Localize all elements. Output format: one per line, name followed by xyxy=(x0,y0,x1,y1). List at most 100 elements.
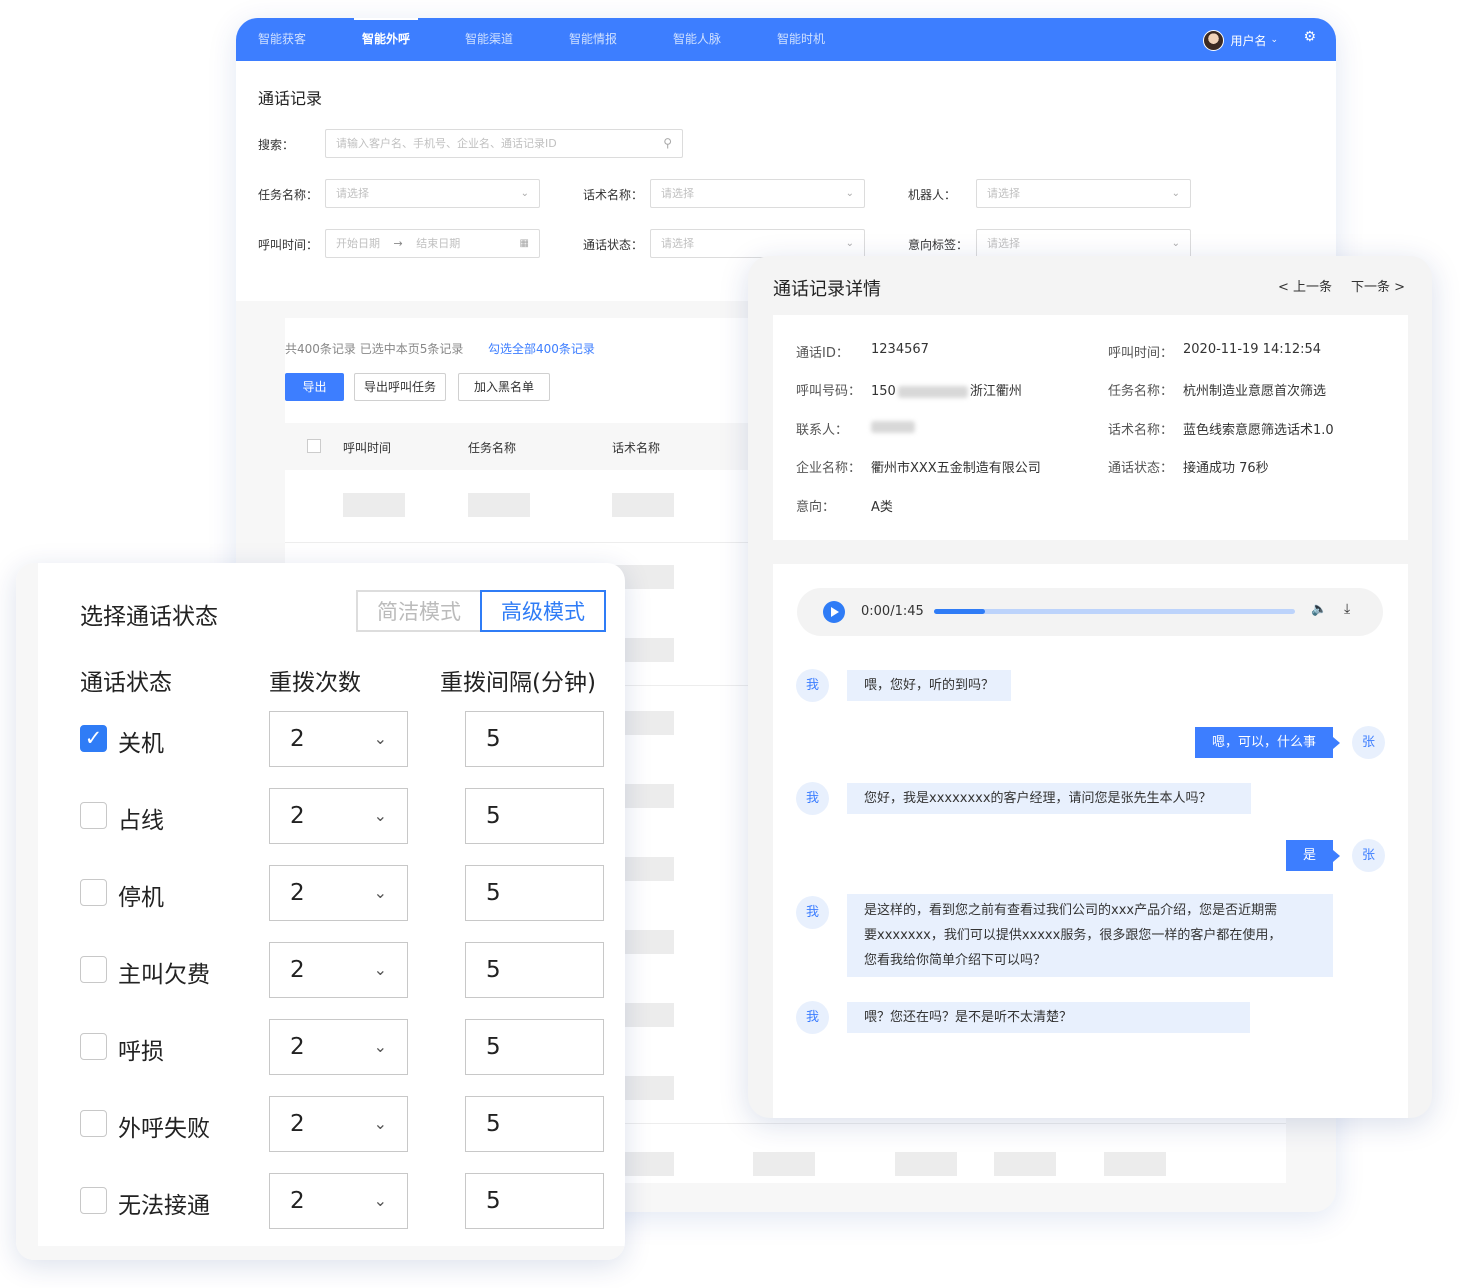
date-range-picker[interactable]: 开始日期 → 结束日期 ▦ xyxy=(325,229,540,258)
retry-count-select[interactable]: 2 ⌄ xyxy=(269,1096,408,1152)
task-select[interactable]: 请选择 ⌄ xyxy=(325,179,540,208)
intent-label: 意向： xyxy=(796,500,836,515)
column-script-name: 话术名称 xyxy=(612,441,661,455)
retry-interval-input[interactable]: 5 xyxy=(465,942,604,998)
status-label: 关机 xyxy=(118,731,164,757)
tab-smart-network[interactable]: 智能人脉 xyxy=(673,18,721,61)
select-all-link[interactable]: 勾选全部400条记录 xyxy=(488,340,595,357)
column-retry-count: 重拨次数 xyxy=(269,670,361,696)
company-name: 衢州市XXX五金制造有限公司 xyxy=(871,461,1041,476)
prev-record-link[interactable]: < 上一条 xyxy=(1278,276,1332,295)
volume-icon[interactable]: 🔈 xyxy=(1311,602,1327,617)
retry-interval-value: 5 xyxy=(486,803,501,829)
tab-smart-outbound[interactable]: 智能外呼 xyxy=(353,18,419,61)
phone-number: 150 浙江衢州 xyxy=(871,380,1022,399)
search-input[interactable]: 请输入客户名、手机号、企业名、通话记录ID ⚲ xyxy=(325,129,683,158)
retry-interval-input[interactable]: 5 xyxy=(465,711,604,767)
call-id-label: 通话ID： xyxy=(796,346,849,361)
chevron-down-icon: ⌄ xyxy=(520,188,529,199)
retry-count-value: 2 xyxy=(290,957,305,983)
retry-count-value: 2 xyxy=(290,1111,305,1137)
retry-count-select[interactable]: 2 ⌄ xyxy=(269,942,408,998)
select-placeholder: 请选择 xyxy=(987,237,1020,250)
status-checkbox[interactable] xyxy=(80,956,107,983)
retry-interval-input[interactable]: 5 xyxy=(465,1173,604,1229)
play-button[interactable] xyxy=(823,601,845,623)
top-navigation: 智能获客 智能外呼 智能渠道 智能情报 智能人脉 智能时机 用户名 ⌄ ⚙ xyxy=(236,18,1336,61)
retry-count-select[interactable]: 2 ⌄ xyxy=(269,865,408,921)
message-line: 您看我给你简单介绍下可以吗？ xyxy=(864,953,1047,968)
call-detail-panel: 通话记录详情 < 上一条 下一条 > 通话ID： 1234567 呼叫时间： 2… xyxy=(748,256,1432,1118)
robot-label: 机器人： xyxy=(908,188,957,202)
retry-count-value: 2 xyxy=(290,880,305,906)
robot-select[interactable]: 请选择 ⌄ xyxy=(976,179,1191,208)
intent-tag-select[interactable]: 请选择 ⌄ xyxy=(976,229,1191,258)
blacklist-button[interactable]: 加入黑名单 xyxy=(458,373,550,401)
agent-message: 喂？您还在吗？是不是听不太清楚？ xyxy=(847,1002,1250,1033)
phone-prefix: 150 xyxy=(871,384,896,399)
gear-icon[interactable]: ⚙ xyxy=(1303,29,1316,45)
user-menu[interactable]: 用户名 ⌄ xyxy=(1203,29,1278,51)
task-name: 杭州制造业意愿首次筛选 xyxy=(1183,384,1327,399)
speaker-avatar: 我 xyxy=(796,1001,829,1034)
simple-mode-button[interactable]: 简洁模式 xyxy=(356,590,482,632)
select-placeholder: 请选择 xyxy=(336,187,369,200)
customer-message: 是 xyxy=(1285,840,1341,871)
next-record-link[interactable]: 下一条 > xyxy=(1351,276,1405,295)
tab-smart-intelligence[interactable]: 智能情报 xyxy=(569,18,617,61)
column-call-time: 呼叫时间 xyxy=(343,441,392,455)
message-line: 要xxxxxxx，我们可以提供xxxxx服务，很多跟您一样的客户都在使用， xyxy=(864,928,1282,943)
phone-label: 呼叫号码： xyxy=(796,384,862,399)
task-label: 任务名称： xyxy=(258,188,319,202)
retry-count-value: 2 xyxy=(290,1034,305,1060)
status-checkbox[interactable]: ✓ xyxy=(80,725,107,752)
retry-count-select[interactable]: 2 ⌄ xyxy=(269,711,408,767)
tab-smart-acquisition[interactable]: 智能获客 xyxy=(258,18,306,61)
select-all-checkbox[interactable] xyxy=(307,439,321,453)
retry-interval-input[interactable]: 5 xyxy=(465,1019,604,1075)
progress-fill xyxy=(934,609,985,614)
status-checkbox[interactable] xyxy=(80,1033,107,1060)
call-status-panel: 选择通话状态 简洁模式 高级模式 通话状态 重拨次数 重拨间隔(分钟) ✓ 关机 2… xyxy=(16,563,625,1260)
retry-interval-input[interactable]: 5 xyxy=(465,865,604,921)
export-button[interactable]: 导出 xyxy=(285,373,344,401)
status-label: 呼损 xyxy=(118,1039,164,1065)
retry-interval-input[interactable]: 5 xyxy=(465,788,604,844)
speaker-avatar: 我 xyxy=(796,669,829,702)
status-label: 通话状态： xyxy=(1108,461,1174,476)
download-icon[interactable]: ⤓ xyxy=(1344,601,1350,617)
progress-track[interactable] xyxy=(934,609,1295,614)
select-placeholder: 请选择 xyxy=(661,187,694,200)
status-checkbox[interactable] xyxy=(80,802,107,829)
contact-name xyxy=(871,419,915,434)
call-status-select[interactable]: 请选择 ⌄ xyxy=(650,229,865,258)
speaker-avatar: 我 xyxy=(796,896,829,929)
customer-message: 嗯，可以，什么事 xyxy=(1194,727,1341,758)
retry-count-select[interactable]: 2 ⌄ xyxy=(269,1019,408,1075)
call-status: 接通成功 76秒 xyxy=(1183,461,1269,476)
advanced-mode-button[interactable]: 高级模式 xyxy=(480,590,606,632)
retry-count-select[interactable]: 2 ⌄ xyxy=(269,1173,408,1229)
status-checkbox[interactable] xyxy=(80,1187,107,1214)
export-task-button[interactable]: 导出呼叫任务 xyxy=(354,373,446,401)
script-label: 话术名称： xyxy=(583,188,644,202)
tab-smart-channel[interactable]: 智能渠道 xyxy=(465,18,513,61)
chevron-down-icon: ⌄ xyxy=(1171,188,1180,199)
chevron-down-icon: ⌄ xyxy=(373,1191,387,1210)
chevron-down-icon: ⌄ xyxy=(373,1037,387,1056)
skeleton-cell xyxy=(343,493,405,517)
agent-message: 喂，您好，听的到吗？ xyxy=(847,670,1012,701)
agent-message: 您好，我是xxxxxxxx的客户经理，请问您是张先生本人吗？ xyxy=(847,783,1251,814)
retry-interval-input[interactable]: 5 xyxy=(465,1096,604,1152)
contact-label: 联系人： xyxy=(796,423,849,438)
tab-smart-timing[interactable]: 智能时机 xyxy=(777,18,825,61)
script-label: 话术名称： xyxy=(1108,423,1174,438)
calendar-icon: ▦ xyxy=(519,238,529,249)
intent-value: A类 xyxy=(871,500,893,515)
status-checkbox[interactable] xyxy=(80,879,107,906)
status-label: 外呼失败 xyxy=(118,1116,210,1142)
status-checkbox[interactable] xyxy=(80,1110,107,1137)
script-select[interactable]: 请选择 ⌄ xyxy=(650,179,865,208)
search-label: 搜索： xyxy=(258,138,295,152)
retry-count-select[interactable]: 2 ⌄ xyxy=(269,788,408,844)
